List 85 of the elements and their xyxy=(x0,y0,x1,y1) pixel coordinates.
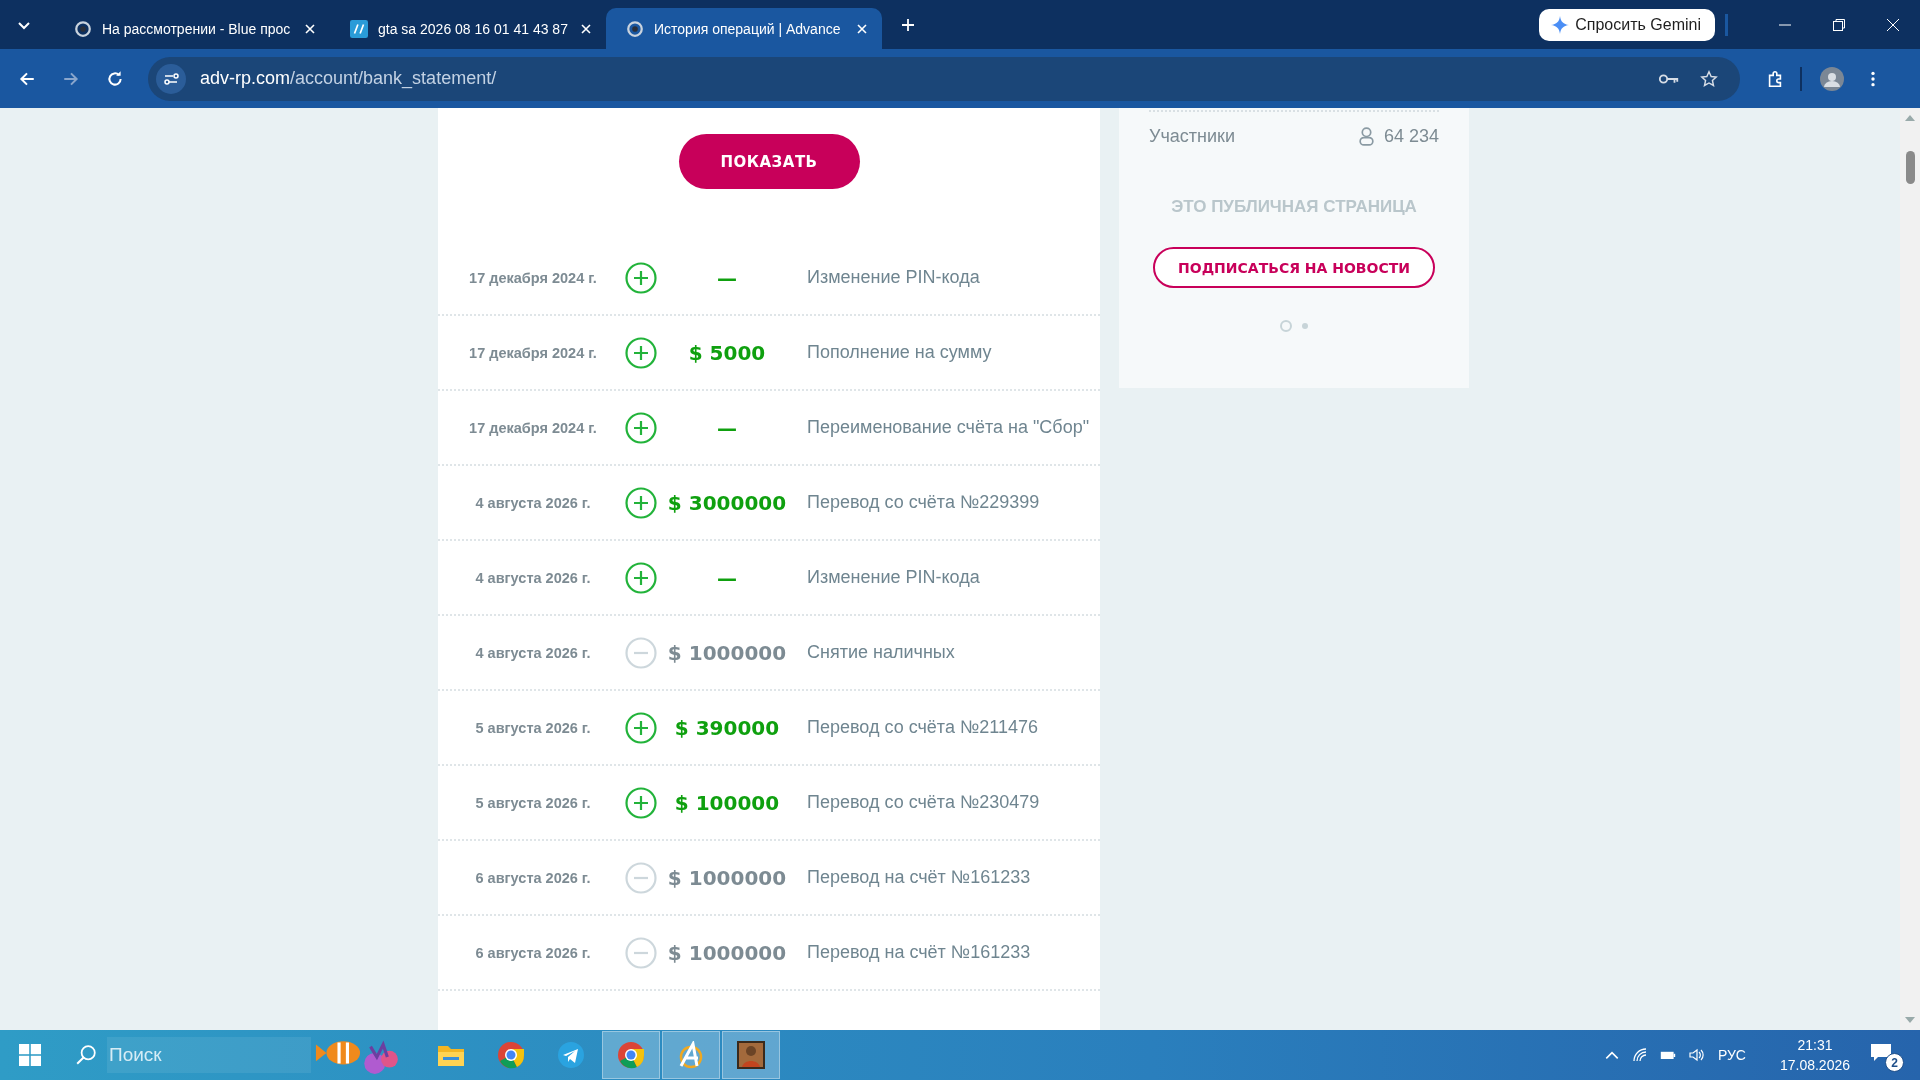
new-tab-icon[interactable] xyxy=(900,16,916,33)
site-icon xyxy=(74,19,92,38)
gemini-button[interactable]: Спросить Gemini xyxy=(1539,8,1715,41)
operation-date: 4 августа 2026 г. xyxy=(474,494,592,511)
restore-icon[interactable] xyxy=(1832,17,1846,32)
operation-date: 17 декабря 2024 г. xyxy=(468,269,598,286)
chrome-icon xyxy=(617,1041,645,1069)
plus-circle-icon xyxy=(625,486,657,519)
operation-amount: $ 5000 xyxy=(688,340,766,365)
operation-amount: — xyxy=(717,565,737,590)
user-icon xyxy=(1358,127,1374,146)
minus-circle-icon xyxy=(625,861,657,894)
telegram-icon xyxy=(557,1041,585,1069)
search-icon xyxy=(75,1044,97,1066)
operation-description: Перевод на счёт №161233 xyxy=(806,867,1031,888)
operation-description: Перевод на счёт №161233 xyxy=(806,942,1031,963)
operation-date: 4 августа 2026 г. xyxy=(474,644,592,661)
plus-circle-icon xyxy=(625,561,657,594)
operation-amount: — xyxy=(717,265,737,290)
reload-icon[interactable] xyxy=(106,69,124,88)
star-icon[interactable] xyxy=(1698,69,1720,88)
members-count: 64 234 xyxy=(1383,126,1439,147)
operation-date: 5 августа 2026 г. xyxy=(474,719,592,736)
site-icon xyxy=(626,19,644,38)
operation-date: 17 декабря 2024 г. xyxy=(468,419,598,436)
operation-amount: $ 3000000 xyxy=(667,490,787,515)
carousel-dot[interactable] xyxy=(1280,320,1292,332)
taskbar-app[interactable] xyxy=(722,1031,780,1079)
operation-date: 5 августа 2026 г. xyxy=(474,794,592,811)
operation-amount: $ 1000000 xyxy=(667,865,787,890)
close-icon[interactable] xyxy=(1886,17,1900,32)
wifi-icon[interactable] xyxy=(1631,1047,1648,1063)
subscribe-button[interactable]: ПОДПИСАТЬСЯ НА НОВОСТИ xyxy=(1153,247,1435,288)
plus-circle-icon xyxy=(625,336,657,369)
plus-circle-icon xyxy=(625,261,657,294)
notification-count: 2 xyxy=(1885,1053,1904,1072)
browser-tab[interactable]: На рассмотрении - Blue прос xyxy=(54,8,330,49)
close-icon[interactable] xyxy=(304,22,316,35)
operation-description: Перевод со счёта №229399 xyxy=(806,492,1040,513)
scrollbar[interactable] xyxy=(1900,108,1920,1030)
operation-date: 6 августа 2026 г. xyxy=(474,869,592,886)
extensions-icon[interactable] xyxy=(1766,69,1784,88)
operation-description: Перевод со счёта №211476 xyxy=(806,717,1038,738)
close-icon[interactable] xyxy=(580,22,592,35)
plus-circle-icon xyxy=(625,711,657,744)
image-host-icon xyxy=(350,19,368,38)
clock-time[interactable]: 21:31 xyxy=(1797,1037,1833,1053)
site-settings-icon[interactable] xyxy=(156,63,186,94)
game-icon xyxy=(737,1041,765,1069)
minus-circle-icon xyxy=(625,936,657,969)
show-button[interactable]: ПОКАЗАТЬ xyxy=(678,134,860,189)
volume-icon[interactable] xyxy=(1687,1047,1704,1063)
minus-circle-icon xyxy=(625,636,657,669)
operation-date: 17 декабря 2024 г. xyxy=(468,344,598,361)
operation-date: 4 августа 2026 г. xyxy=(474,569,592,586)
operation-amount: $ 1000000 xyxy=(667,940,787,965)
carousel-dot[interactable] xyxy=(1302,323,1308,329)
operation-date: 6 августа 2026 г. xyxy=(474,944,592,961)
operation-amount: $ 100000 xyxy=(674,790,780,815)
address-field[interactable]: adv-rp.com/account/bank_statement/ xyxy=(148,56,1740,101)
notifications-icon[interactable] xyxy=(1870,1043,1892,1063)
sparkle-icon xyxy=(1551,15,1570,34)
clock-date[interactable]: 17.08.2026 xyxy=(1779,1057,1850,1073)
input-language[interactable]: РУС xyxy=(1717,1047,1746,1063)
plus-circle-icon xyxy=(625,411,657,444)
operation-description: Пополнение на сумму xyxy=(806,342,992,363)
operation-description: Перевод со счёта №230479 xyxy=(806,792,1040,813)
browser-tab[interactable]: История операций | Advance xyxy=(606,8,882,49)
operation-description: Изменение PIN-кода xyxy=(806,567,980,588)
operation-amount: $ 390000 xyxy=(674,715,780,740)
public-page-notice: ЭТО ПУБЛИЧНАЯ СТРАНИЦА xyxy=(1170,197,1418,217)
launcher-icon xyxy=(677,1041,705,1069)
chrome-icon xyxy=(497,1041,525,1069)
operation-description: Снятие наличных xyxy=(806,642,955,663)
windows-start-icon[interactable] xyxy=(19,1044,41,1066)
operation-description: Переименование счёта на "Сбор" xyxy=(806,417,1090,438)
operation-amount: $ 1000000 xyxy=(667,640,787,665)
members-label: Участники xyxy=(1149,126,1235,147)
operation-description: Изменение PIN-кода xyxy=(806,267,980,288)
browser-tab[interactable]: gta sa 2026 08 16 01 41 43 87 xyxy=(330,8,606,49)
operation-amount: — xyxy=(717,415,737,440)
close-icon[interactable] xyxy=(856,22,868,35)
plus-circle-icon xyxy=(625,786,657,819)
scroll-thumb[interactable] xyxy=(1905,151,1915,184)
avatar-icon[interactable] xyxy=(1820,66,1844,91)
